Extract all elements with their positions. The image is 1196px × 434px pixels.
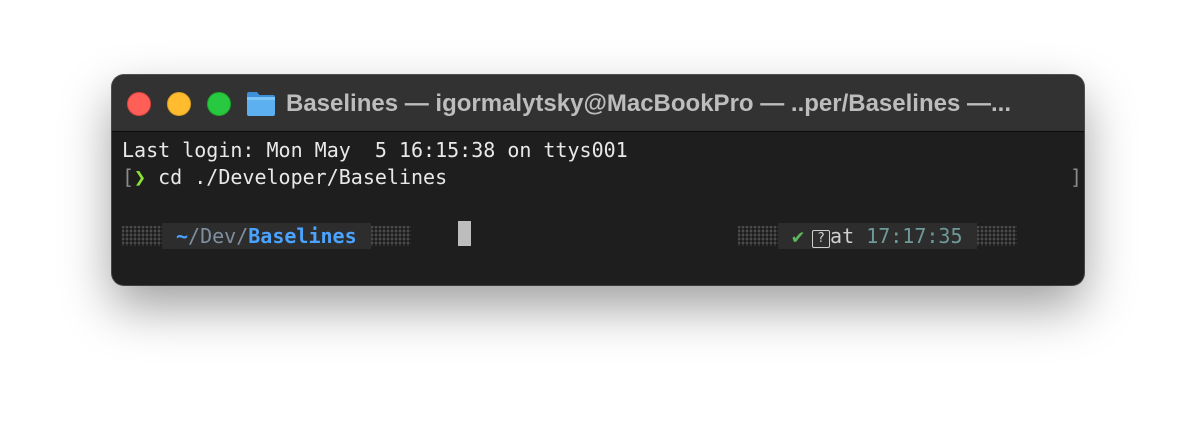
text-cursor[interactable]	[458, 221, 471, 246]
prompt-directory-segment: ~/Dev/Baselines	[122, 221, 411, 249]
previous-command-line: [❯ cd ./Developer/Baselines	[122, 164, 447, 190]
terminal-content[interactable]: Last login: Mon May 5 16:15:38 on ttys00…	[112, 133, 1084, 285]
status-box: ✔? at 17:17:35	[778, 222, 977, 249]
separator-right-end	[976, 225, 1017, 246]
left-bracket: [	[122, 165, 135, 189]
dir-middle: /Dev/	[188, 223, 249, 248]
prompt-arrow-icon: ❯	[134, 165, 147, 189]
prompt-time: 17:17:35	[866, 223, 963, 248]
minimize-button[interactable]	[167, 92, 191, 116]
last-login-line: Last login: Mon May 5 16:15:38 on ttys00…	[122, 138, 628, 162]
unknown-glyph-icon: ?	[812, 229, 831, 248]
at-label: at	[830, 223, 855, 248]
dir-home: ~	[176, 223, 189, 248]
window-title: Baselines — igormalytsky@MacBookPro — ..…	[286, 90, 1011, 117]
prompt-status-segment: ✔? at 17:17:35	[738, 221, 1017, 249]
zoom-button[interactable]	[207, 92, 231, 116]
right-bracket: ]	[1069, 165, 1082, 189]
directory-box: ~/Dev/Baselines	[162, 222, 371, 249]
terminal-window: Baselines — igormalytsky@MacBookPro — ..…	[112, 75, 1084, 285]
separator-left-end	[370, 225, 411, 246]
separator-left-start	[122, 225, 162, 246]
success-check-icon: ✔	[792, 223, 805, 248]
separator-right-start	[738, 225, 778, 246]
command-text: cd ./Developer/Baselines	[146, 165, 448, 189]
dir-current: Baselines	[248, 223, 357, 248]
close-button[interactable]	[127, 92, 151, 116]
title-bar[interactable]: Baselines — igormalytsky@MacBookPro — ..…	[112, 75, 1084, 132]
folder-icon	[246, 89, 276, 117]
